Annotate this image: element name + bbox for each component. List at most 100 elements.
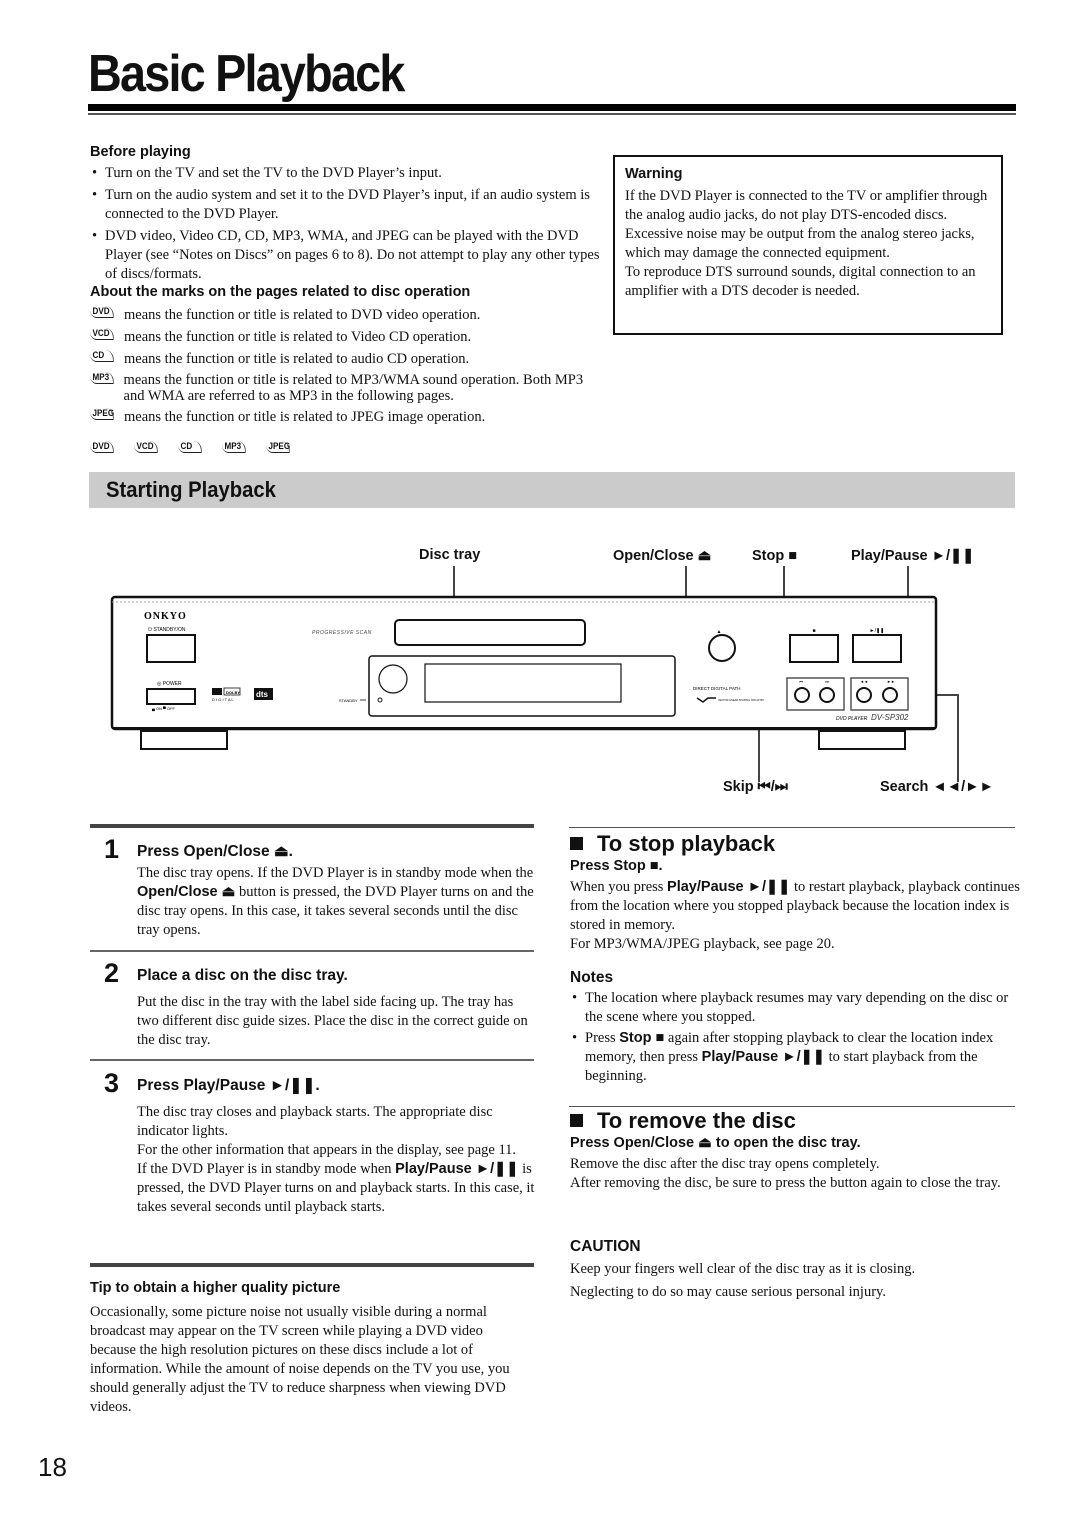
step-title: Press Play/Pause ►/❚❚.	[137, 1077, 320, 1094]
caution-text: Keep your fingers well clear of the disc…	[570, 1261, 916, 1277]
prev-glyph-icon: ⏮	[799, 679, 803, 684]
mark-row-jpeg: JPEG means the function or title is rela…	[90, 408, 600, 427]
standby-label: STANDBY	[339, 698, 358, 703]
search-ff-button	[882, 687, 898, 703]
stop-body: For MP3/WMA/JPEG playback, see page 20.	[570, 936, 835, 952]
dolby-logo-icon	[212, 688, 222, 695]
jpeg-mark-icon: JPEG	[90, 408, 114, 420]
step-title: Place a disc on the disc tray.	[137, 967, 348, 984]
stop-body: When you press Play/Pause ►/❚❚ to restar…	[570, 879, 1020, 933]
step-title: Press Open/Close ⏏.	[137, 843, 293, 860]
caution-section: CAUTION Keep your fingers well clear of …	[570, 1237, 1020, 1302]
mark-row-mp3: MP3 means the function or title is relat…	[90, 372, 600, 404]
warning-heading: Warning	[625, 166, 683, 182]
marks-section: About the marks on the pages related to …	[90, 284, 600, 453]
fl-display	[424, 663, 622, 703]
mark-description: means the function or title is related t…	[124, 329, 472, 345]
warning-box: Warning If the DVD Player is connected t…	[613, 155, 1003, 335]
section-divider	[569, 827, 1015, 828]
dts-label: dts	[256, 690, 269, 699]
step-body: The disc tray closes and playback starts…	[137, 1104, 493, 1139]
section-banner: Starting Playback	[89, 472, 1015, 508]
search-rew-button	[856, 687, 872, 703]
notes-heading: Notes	[570, 969, 614, 986]
remove-subheading: Press Open/Close ⏏ to open the disc tray…	[570, 1135, 861, 1151]
disc-tray	[394, 619, 586, 646]
before-playing-heading: Before playing	[90, 144, 191, 160]
step-divider	[90, 824, 534, 828]
brand-logo: ONKYO	[144, 611, 187, 622]
section-divider	[569, 1106, 1015, 1107]
step-number: 3	[104, 1068, 120, 1098]
vcd-mark-icon: VCD	[90, 328, 114, 340]
step-body: Put the disc in the tray with the label …	[137, 994, 528, 1048]
progressive-scan-label: PROGRESSIVE SCAN	[312, 630, 372, 636]
standby-on-button	[146, 634, 196, 663]
play-pause-glyph-icon: ►/❚❚	[870, 628, 885, 634]
mp3-mark-icon: MP3	[222, 441, 246, 453]
list-item: Press Stop ■ again after stopping playba…	[570, 1029, 1015, 1086]
caution-heading: CAUTION	[570, 1238, 641, 1255]
mark-description: means the function or title is related t…	[124, 409, 486, 425]
tip-text: Occasionally, some picture noise not usu…	[90, 1304, 510, 1415]
fast-forward-glyph-icon: ►►	[887, 679, 895, 684]
stop-section: To stop playback Press Stop ■. When you …	[570, 833, 1020, 954]
model-number: DV-SP302	[871, 713, 909, 722]
step-number: 1	[104, 834, 120, 864]
warning-text: To reproduce DTS surround sounds, digita…	[625, 264, 976, 299]
step-body: The disc tray opens. If the DVD Player i…	[137, 865, 534, 938]
mark-row-dvd: DVD means the function or title is relat…	[90, 306, 600, 325]
mark-row-cd: CD means the function or title is relate…	[90, 350, 600, 369]
model-type-label: DVD PLAYER	[836, 716, 868, 722]
title-rule-thin	[88, 113, 1016, 115]
rewind-glyph-icon: ◄◄	[860, 679, 868, 684]
list-item: Turn on the TV and set the TV to the DVD…	[90, 164, 600, 183]
remove-section: To remove the disc Press Open/Close ⏏ to…	[570, 1110, 1020, 1193]
list-item: DVD video, Video CD, CD, MP3, WMA, and J…	[90, 227, 600, 284]
dvd-player-illustration: ONKYO ⏻ STANDBY/ON ◎ POWER ▄ ON ▀ OFF DO…	[110, 566, 959, 782]
power-button	[146, 688, 196, 705]
digital-label: D I G I T A L	[212, 697, 234, 702]
dvd-mark-icon: DVD	[90, 441, 114, 453]
mp3-mark-icon: MP3	[90, 372, 114, 384]
direct-digital-path-label: DIRECT DIGITAL PATH	[693, 686, 741, 691]
cd-mark-icon: CD	[178, 441, 202, 453]
cd-mark-icon: CD	[90, 350, 114, 362]
dvd-mark-icon: DVD	[90, 306, 114, 318]
remove-body: After removing the disc, be sure to pres…	[570, 1175, 1001, 1191]
open-close-button	[708, 634, 736, 662]
power-label: ◎ POWER	[157, 681, 182, 687]
step-divider	[90, 950, 534, 952]
skip-prev-button	[794, 687, 810, 703]
step-body: If the DVD Player is in standby mode whe…	[137, 1161, 535, 1215]
before-playing-list: Turn on the TV and set the TV to the DVD…	[90, 164, 600, 284]
foot-left	[140, 730, 228, 750]
stop-subheading: Press Stop ■.	[570, 858, 663, 874]
next-glyph-icon: ⏭	[825, 679, 829, 684]
stop-glyph-icon: ■	[812, 628, 815, 634]
notes-section: Notes The location where playback resume…	[570, 968, 1015, 1086]
stop-button	[789, 634, 839, 663]
dolby-label: DOLBY	[226, 690, 240, 695]
list-item: The location where playback resumes may …	[570, 989, 1015, 1027]
jpeg-mark-icon: JPEG	[266, 441, 290, 453]
tip-section: Tip to obtain a higher quality picture O…	[90, 1279, 530, 1417]
step-body: For the other information that appears i…	[137, 1142, 517, 1158]
skip-next-button	[819, 687, 835, 703]
applicable-disc-marks: DVD VCD CD MP3 JPEG	[90, 441, 600, 453]
mark-row-vcd: VCD means the function or title is relat…	[90, 328, 600, 347]
list-item: Turn on the audio system and set it to t…	[90, 186, 600, 224]
marks-heading: About the marks on the pages related to …	[90, 284, 471, 300]
vcd-mark-icon: VCD	[134, 441, 158, 453]
square-bullet-icon	[570, 837, 583, 850]
tip-heading: Tip to obtain a higher quality picture	[90, 1280, 341, 1296]
page-title: Basic Playback	[88, 45, 405, 103]
step-divider	[90, 1263, 534, 1267]
foot-right	[818, 730, 906, 750]
page-number: 18	[38, 1452, 67, 1482]
section-heading: Starting Playback	[106, 477, 276, 502]
vl-label: VECTOR LINEAR SHAPING CIRCUITRY	[718, 699, 765, 702]
step-number: 2	[104, 958, 120, 988]
step-divider	[90, 1059, 534, 1061]
remove-heading: To remove the disc	[570, 1110, 1020, 1132]
